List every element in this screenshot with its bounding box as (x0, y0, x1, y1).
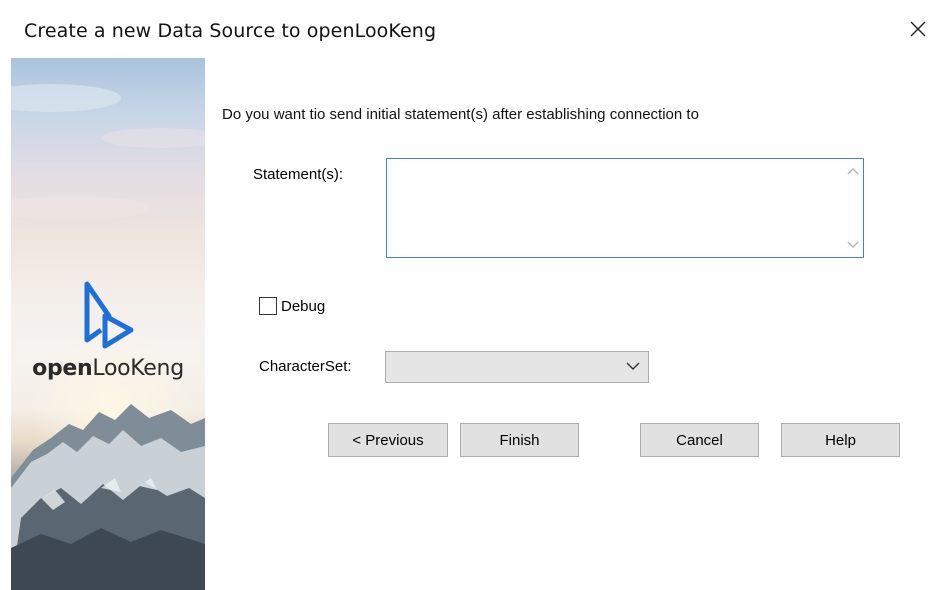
statement-field[interactable] (386, 158, 864, 258)
cancel-button[interactable]: Cancel (640, 423, 759, 457)
statement-label: Statement(s): (253, 166, 344, 183)
previous-button[interactable]: < Previous (328, 423, 448, 457)
chevron-down-icon[interactable] (847, 241, 859, 249)
initial-statement-question: Do you want tio send initial statement(s… (222, 106, 699, 123)
debug-option[interactable]: Debug (259, 297, 325, 315)
debug-checkbox[interactable] (259, 297, 277, 315)
debug-label[interactable]: Debug (281, 298, 325, 315)
characterset-label: CharacterSet: (259, 358, 352, 375)
title-bar: Create a new Data Source to openLooKeng (0, 0, 933, 58)
openlookeng-logo-icon (84, 281, 134, 349)
close-button[interactable] (903, 14, 933, 44)
scroll-down-button[interactable] (843, 235, 863, 255)
logo-text-regular: LooKeng (92, 356, 184, 381)
scroll-up-button[interactable] (843, 161, 863, 181)
chevron-down-icon[interactable] (626, 361, 640, 371)
close-icon[interactable] (908, 19, 928, 39)
window-title: Create a new Data Source to openLooKeng (24, 20, 437, 42)
statement-input[interactable] (387, 159, 842, 257)
chevron-up-icon[interactable] (847, 167, 859, 175)
openlookeng-logo-text: openLooKeng (11, 356, 205, 381)
help-button[interactable]: Help (781, 423, 900, 457)
statement-scrollbar[interactable] (843, 159, 863, 257)
logo-text-bold: open (32, 356, 93, 381)
characterset-select[interactable] (385, 351, 649, 383)
finish-button[interactable]: Finish (460, 423, 579, 457)
side-banner-image: openLooKeng (11, 58, 205, 590)
